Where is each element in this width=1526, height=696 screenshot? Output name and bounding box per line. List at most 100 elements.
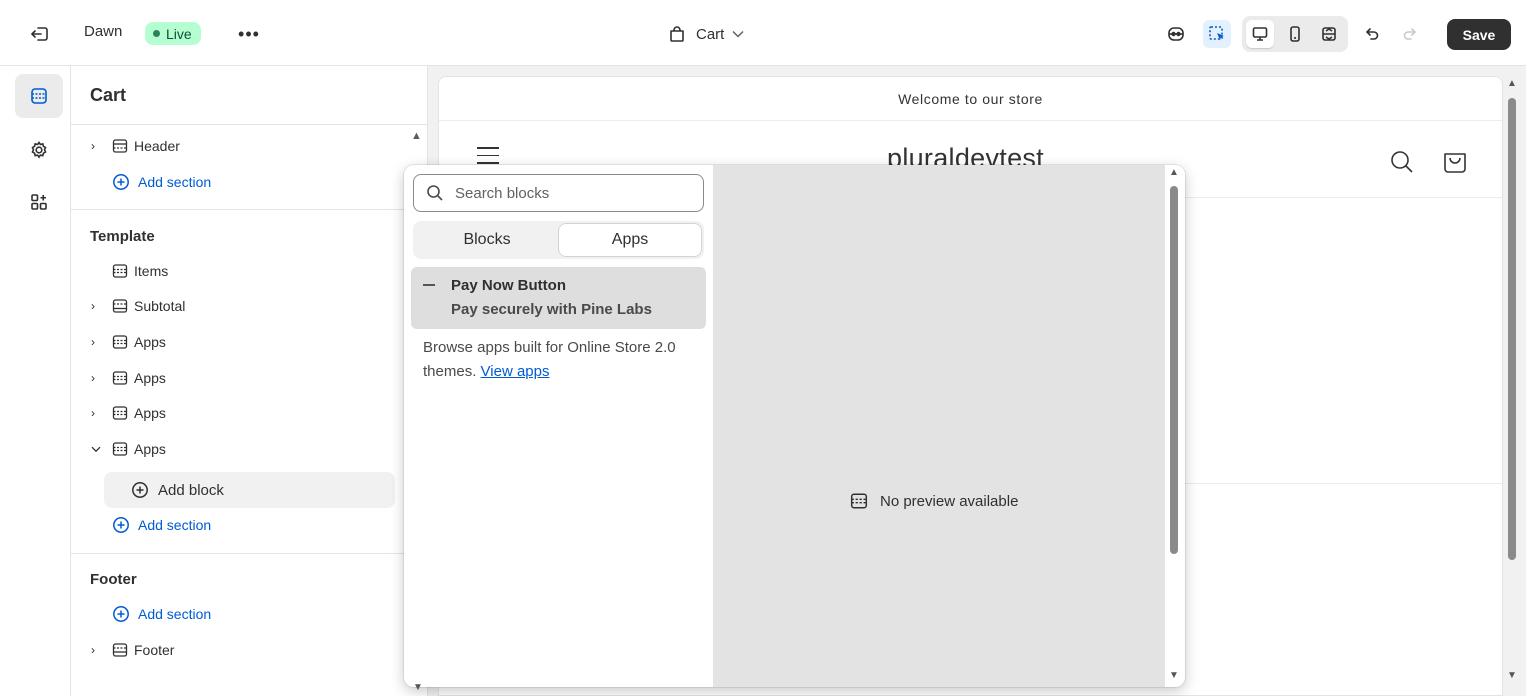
app-block-item[interactable]: Pay Now Button Pay securely with Pine La…: [411, 267, 706, 329]
section-icon: [850, 493, 868, 509]
save-button[interactable]: Save: [1447, 19, 1511, 50]
chevron-down-icon: [732, 27, 744, 41]
chevron-right-icon: ›: [91, 299, 95, 313]
announcement-bar: Welcome to our store: [439, 77, 1502, 121]
tab-blocks[interactable]: Blocks: [416, 224, 558, 256]
sidebar-item-footer[interactable]: › Footer: [91, 639, 174, 661]
search-input[interactable]: [455, 184, 675, 202]
undo-icon[interactable]: [1358, 20, 1386, 48]
sidebar-item-label: Items: [134, 263, 169, 279]
chevron-right-icon: ›: [91, 335, 95, 349]
section-icon: [112, 405, 128, 421]
sidebar-item-label: Apps: [134, 334, 166, 350]
chevron-right-icon: ›: [91, 371, 95, 385]
redo-icon[interactable]: [1396, 20, 1424, 48]
fullscreen-view-icon[interactable]: [1315, 20, 1343, 48]
sidebar-title: Cart: [90, 85, 127, 105]
add-section-label: Add section: [138, 606, 212, 622]
header-section-icon: [112, 138, 128, 154]
search-icon: [427, 185, 443, 201]
chevron-down-icon: [91, 446, 107, 453]
sidebar-item-label: Subtotal: [134, 298, 186, 314]
tab-apps[interactable]: Apps: [559, 224, 701, 256]
sidebar-item-header[interactable]: › Header: [91, 135, 180, 157]
page-selector[interactable]: Cart: [668, 22, 744, 46]
footer-group-heading: Footer: [90, 571, 137, 588]
divider: [71, 124, 428, 125]
theme-settings-gear-icon[interactable]: [15, 128, 63, 172]
chevron-right-icon: ›: [91, 139, 95, 153]
scroll-down-arrow-icon[interactable]: ▼: [413, 682, 423, 693]
scroll-up-arrow-icon[interactable]: ▲: [1507, 78, 1517, 89]
subtotal-section-icon: [112, 298, 128, 314]
exit-icon[interactable]: [28, 22, 52, 46]
more-actions-button[interactable]: •••: [236, 22, 262, 46]
sidebar-item-label: Footer: [134, 642, 175, 658]
add-section-label: Add section: [138, 517, 212, 533]
plus-circle-icon: [113, 517, 129, 533]
sidebar-item-subtotal[interactable]: › Subtotal: [91, 295, 185, 317]
scroll-up-arrow-icon[interactable]: ▲: [1169, 167, 1179, 178]
plus-circle-icon: [113, 174, 129, 190]
block-preview-pane: No preview available: [713, 165, 1165, 687]
theme-name: Dawn: [84, 23, 123, 40]
page-selector-label: Cart: [696, 25, 725, 43]
chevron-right-icon: ›: [91, 406, 95, 420]
preview-scrollbar[interactable]: ▲ ▼: [1505, 76, 1519, 686]
section-icon: [112, 441, 128, 457]
sidebar-item-apps[interactable]: › Apps: [91, 367, 166, 389]
sections-icon[interactable]: [15, 74, 63, 118]
template-group-heading: Template: [90, 228, 155, 245]
popover-scrollbar[interactable]: ▲ ▼: [1165, 165, 1185, 687]
desktop-view-icon[interactable]: [1246, 20, 1274, 48]
sidebar-item-apps[interactable]: › Apps: [91, 402, 166, 424]
sidebar-item-apps-expanded[interactable]: Apps: [91, 438, 166, 460]
left-rail: [0, 66, 71, 696]
search-field[interactable]: [413, 174, 704, 212]
section-icon: [112, 334, 128, 350]
divider: [71, 209, 428, 210]
apps-icon[interactable]: [15, 180, 63, 224]
footer-section-icon: [112, 642, 128, 658]
live-dot-icon: [153, 30, 160, 37]
app-block-name: Pay Now Button: [451, 277, 566, 294]
divider: [71, 553, 428, 554]
ai-assistant-icon[interactable]: [1162, 20, 1190, 48]
sidebar-item-label: Header: [134, 138, 180, 154]
block-tabs: Blocks Apps: [413, 221, 704, 259]
browse-apps-text: Browse apps built for Online Store 2.0 t…: [423, 336, 703, 384]
add-section-button[interactable]: Add section: [112, 603, 211, 625]
sidebar-item-items[interactable]: Items: [91, 260, 168, 282]
add-block-label: Add block: [158, 481, 224, 499]
app-block-subtitle: Pay securely with Pine Labs: [451, 301, 652, 318]
scrollbar-thumb[interactable]: [1170, 186, 1178, 554]
scroll-up-arrow-icon[interactable]: ▲: [411, 130, 422, 142]
add-block-popover: Blocks Apps Pay Now Button Pay securely …: [404, 165, 1185, 687]
view-apps-link[interactable]: View apps: [481, 363, 550, 380]
scroll-down-arrow-icon[interactable]: ▼: [1507, 670, 1517, 681]
add-section-button[interactable]: Add section: [112, 514, 211, 536]
scroll-down-arrow-icon[interactable]: ▼: [1169, 670, 1179, 681]
no-preview-label: No preview available: [880, 492, 1019, 510]
app-block-icon: [423, 284, 435, 286]
live-badge-label: Live: [166, 25, 192, 42]
top-bar: Dawn Live ••• Cart Save: [0, 0, 1526, 66]
scrollbar-thumb[interactable]: [1508, 98, 1516, 560]
search-icon[interactable]: [1389, 149, 1415, 175]
sidebar-item-label: Apps: [134, 405, 166, 421]
device-switcher: [1242, 16, 1348, 52]
add-section-button[interactable]: Add section: [112, 171, 211, 193]
plus-circle-icon: [113, 606, 129, 622]
no-preview-message: No preview available: [850, 492, 1018, 510]
add-section-label: Add section: [138, 174, 212, 190]
sidebar-item-label: Apps: [134, 370, 166, 386]
sections-sidebar: Cart ▲ › Header Add section Template Ite…: [71, 66, 428, 696]
mobile-view-icon[interactable]: [1281, 20, 1309, 48]
section-icon: [112, 370, 128, 386]
sidebar-item-apps[interactable]: › Apps: [91, 331, 166, 353]
chevron-right-icon: ›: [91, 643, 95, 657]
cart-icon[interactable]: [1441, 147, 1469, 175]
section-icon: [112, 263, 128, 279]
add-block-button[interactable]: Add block: [104, 472, 395, 508]
inspector-icon[interactable]: [1203, 20, 1231, 48]
